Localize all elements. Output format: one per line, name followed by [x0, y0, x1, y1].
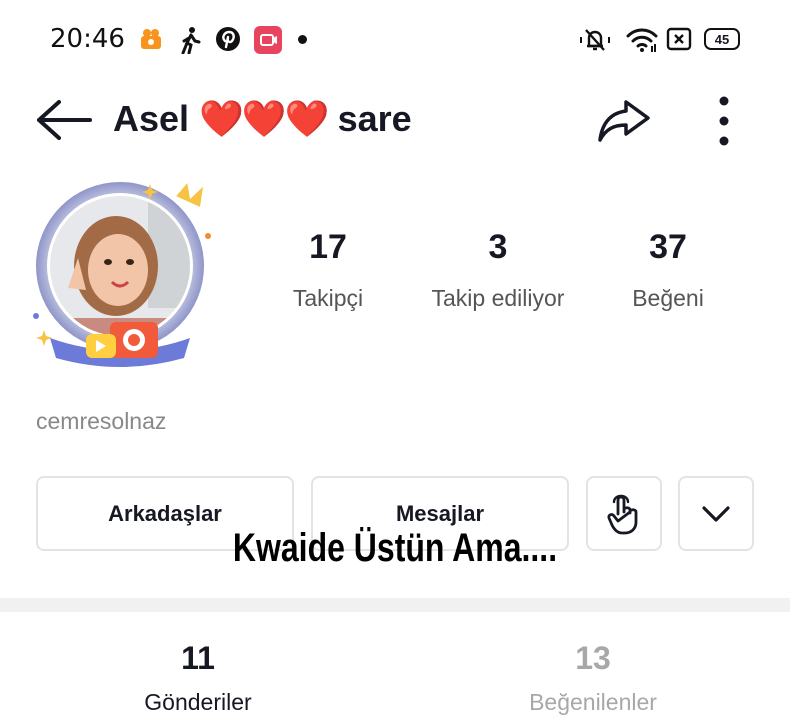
more-vertical-icon [719, 96, 729, 146]
profile-name-last: sare [337, 98, 412, 139]
share-icon [598, 100, 650, 142]
share-button[interactable] [596, 96, 652, 144]
following-stat[interactable]: 3 Takip ediliyor [408, 228, 588, 312]
kwai-app-icon [138, 26, 164, 52]
more-options-button[interactable] [704, 94, 744, 148]
notification-dot [298, 35, 307, 44]
following-label: Takip ediliyor [431, 285, 565, 311]
username: cemresolnaz [36, 408, 167, 434]
liked-label: Beğenilenler [529, 689, 657, 715]
wifi-icon [626, 26, 658, 54]
status-bar: 20:46 45 [0, 0, 790, 80]
likes-label: Beğeni [632, 285, 704, 311]
chevron-down-icon [702, 505, 730, 522]
profile-name: Asel ❤️❤️❤️ sare [113, 98, 412, 140]
section-divider [0, 598, 790, 612]
silent-icon [578, 26, 612, 54]
likes-stat[interactable]: 37 Beğeni [608, 228, 728, 312]
tab-liked[interactable]: 13 Beğenilenler [503, 640, 683, 716]
walking-icon [178, 26, 202, 54]
likes-count: 37 [649, 228, 687, 266]
followers-count: 17 [309, 228, 347, 266]
avatar[interactable] [28, 178, 218, 370]
followers-label: Takipçi [292, 285, 364, 311]
profile-name-first: Asel [113, 98, 190, 139]
heart-emojis: ❤️❤️❤️ [199, 98, 329, 139]
tab-posts[interactable]: 11 Gönderiler [118, 640, 278, 716]
back-button[interactable] [34, 98, 94, 142]
screen-record-icon [254, 26, 282, 54]
pinterest-icon [215, 26, 241, 52]
sim-icon [666, 26, 692, 52]
profile-header: Asel ❤️❤️❤️ sare [0, 80, 790, 160]
followers-stat[interactable]: 17 Takipçi [268, 228, 388, 312]
back-arrow-icon [37, 100, 92, 140]
battery-icon: 45 [704, 28, 740, 50]
liked-count: 13 [575, 640, 611, 676]
following-count: 3 [488, 228, 508, 266]
status-time: 20:46 [50, 24, 125, 54]
posts-label: Gönderiler [144, 689, 252, 715]
overlay-caption: Kwaide Üstün Ama.... [232, 526, 558, 570]
posts-count: 11 [181, 640, 215, 676]
